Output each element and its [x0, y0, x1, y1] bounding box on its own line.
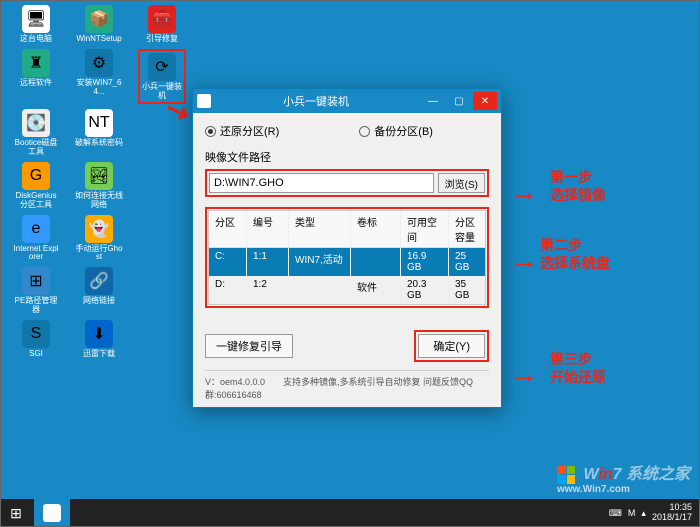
desktop-icon-thunder-download[interactable]: ⬇迅雷下载	[75, 320, 123, 359]
table-row[interactable]: C:1:1WIN7,活动16.9 GB25 GB	[209, 248, 485, 276]
desktop-icon-pe-manager[interactable]: ⊞PE路径管理器	[12, 267, 60, 315]
install-icon: ⚙	[85, 49, 113, 77]
footer-text: V：oem4.0.0.0 支持多种镜像,多系统引导自动修复 问题反馈QQ群:60…	[205, 370, 489, 401]
winntsetup-icon: 📦	[85, 5, 113, 33]
wifi-connect-icon: 🏞	[85, 162, 113, 190]
desktop-icon-winntsetup[interactable]: 📦WinNTSetup	[75, 5, 123, 44]
desktop-icon-crack-password[interactable]: NT破解系统密码	[75, 109, 123, 157]
this-pc-icon: 🖥	[22, 5, 50, 33]
arrow-step1: →	[510, 176, 538, 208]
partition-table: 分区 编号 类型 卷标 可用空间 分区容量 C:1:1WIN7,活动16.9 G…	[208, 210, 486, 305]
desktop-icon-internet-explorer[interactable]: eInternet Explorer	[12, 215, 60, 263]
bootice-icon: 💽	[22, 109, 50, 137]
desktop-icon-boot-repair[interactable]: 🧰引导修复	[138, 5, 186, 44]
maximize-button[interactable]: ▢	[447, 92, 471, 110]
confirm-button[interactable]: 确定(Y)	[418, 334, 485, 358]
desktop-icon-bootice[interactable]: 💽Bootice磁盘工具	[12, 109, 60, 157]
desktop-icon-network-link[interactable]: 🔗网络链接	[75, 267, 123, 315]
tray-clock[interactable]: 10:35 2018/1/17	[652, 503, 692, 523]
desktop-icon-this-pc[interactable]: 🖥这台电脑	[12, 5, 60, 44]
installer-window: 小兵一键装机 — ▢ ✕ 还原分区(R) 备份分区(B) 映像文件路径	[192, 88, 502, 408]
radio-checked-icon	[205, 126, 216, 137]
start-button[interactable]: ⊞	[0, 499, 32, 527]
backup-partition-radio[interactable]: 备份分区(B)	[359, 123, 433, 139]
diskgenius-icon: G	[22, 162, 50, 190]
confirm-highlight: 确定(Y)	[414, 330, 489, 362]
desktop-icon-grid: 🖥这台电脑 📦WinNTSetup 🧰引导修复 ♜远程软件 ⚙安装WIN7_64... ⟳…	[12, 5, 186, 359]
image-path-label: 映像文件路径	[205, 149, 489, 165]
taskbar-app-installer[interactable]	[34, 499, 70, 527]
system-tray: ⌨ M ▴ 10:35 2018/1/17	[609, 503, 700, 523]
desktop-icon-diskgenius[interactable]: GDiskGenius分区工具	[12, 162, 60, 210]
tray-ime-icon[interactable]: M	[628, 508, 636, 518]
desktop: 🖥这台电脑 📦WinNTSetup 🧰引导修复 ♜远程软件 ⚙安装WIN7_64... ⟳…	[0, 0, 700, 527]
tray-keyboard-icon[interactable]: ⌨	[609, 508, 622, 519]
repair-boot-button[interactable]: 一键修复引导	[205, 334, 293, 358]
xiaobing-installer-icon: ⟳	[148, 53, 176, 81]
desktop-icon-wifi-connect[interactable]: 🏞如何连接无线网络	[75, 162, 123, 210]
arrow-step2: →	[510, 244, 538, 276]
network-link-icon: 🔗	[85, 267, 113, 295]
table-header: 分区 编号 类型 卷标 可用空间 分区容量	[209, 211, 485, 248]
crack-password-icon: NT	[85, 109, 113, 137]
minimize-button[interactable]: —	[421, 92, 445, 110]
taskbar: ⊞ ⌨ M ▴ 10:35 2018/1/17	[0, 499, 700, 527]
window-title: 小兵一键装机	[211, 93, 421, 109]
partition-table-highlight: 分区 编号 类型 卷标 可用空间 分区容量 C:1:1WIN7,活动16.9 G…	[205, 207, 489, 308]
app-icon	[197, 94, 211, 108]
table-row[interactable]: D:1:2软件20.3 GB35 GB	[209, 276, 485, 304]
thunder-download-icon: ⬇	[85, 320, 113, 348]
radio-unchecked-icon	[359, 126, 370, 137]
desktop-icon-manual-ghost[interactable]: 👻手动运行Ghost	[75, 215, 123, 263]
browse-button[interactable]: 浏览(S)	[438, 173, 485, 193]
image-path-highlight: 浏览(S)	[205, 169, 489, 197]
internet-explorer-icon: e	[22, 215, 50, 243]
desktop-icon-sgi[interactable]: SSGI	[12, 320, 60, 359]
arrow-step3: →	[510, 358, 538, 390]
sgi-icon: S	[22, 320, 50, 348]
desktop-icon-remote-software[interactable]: ♜远程软件	[12, 49, 60, 105]
restore-partition-radio[interactable]: 还原分区(R)	[205, 123, 279, 139]
image-path-input[interactable]	[209, 173, 434, 193]
annotation-step1: 第一步 选择镜像	[550, 168, 606, 204]
manual-ghost-icon: 👻	[85, 215, 113, 243]
boot-repair-icon: 🧰	[148, 5, 176, 33]
annotation-step3: 第三步 开始还原	[550, 350, 606, 386]
pe-manager-icon: ⊞	[22, 267, 50, 295]
desktop-icon-install[interactable]: ⚙安装WIN7_64...	[75, 49, 123, 105]
titlebar[interactable]: 小兵一键装机 — ▢ ✕	[193, 89, 501, 113]
close-button[interactable]: ✕	[473, 92, 497, 110]
watermark-site: Win7 系统之家 www.Win7.com	[557, 460, 690, 495]
annotation-step2: 第二步 选择系统盘	[540, 236, 610, 272]
tray-chevron-icon[interactable]: ▴	[641, 508, 646, 519]
remote-software-icon: ♜	[22, 49, 50, 77]
